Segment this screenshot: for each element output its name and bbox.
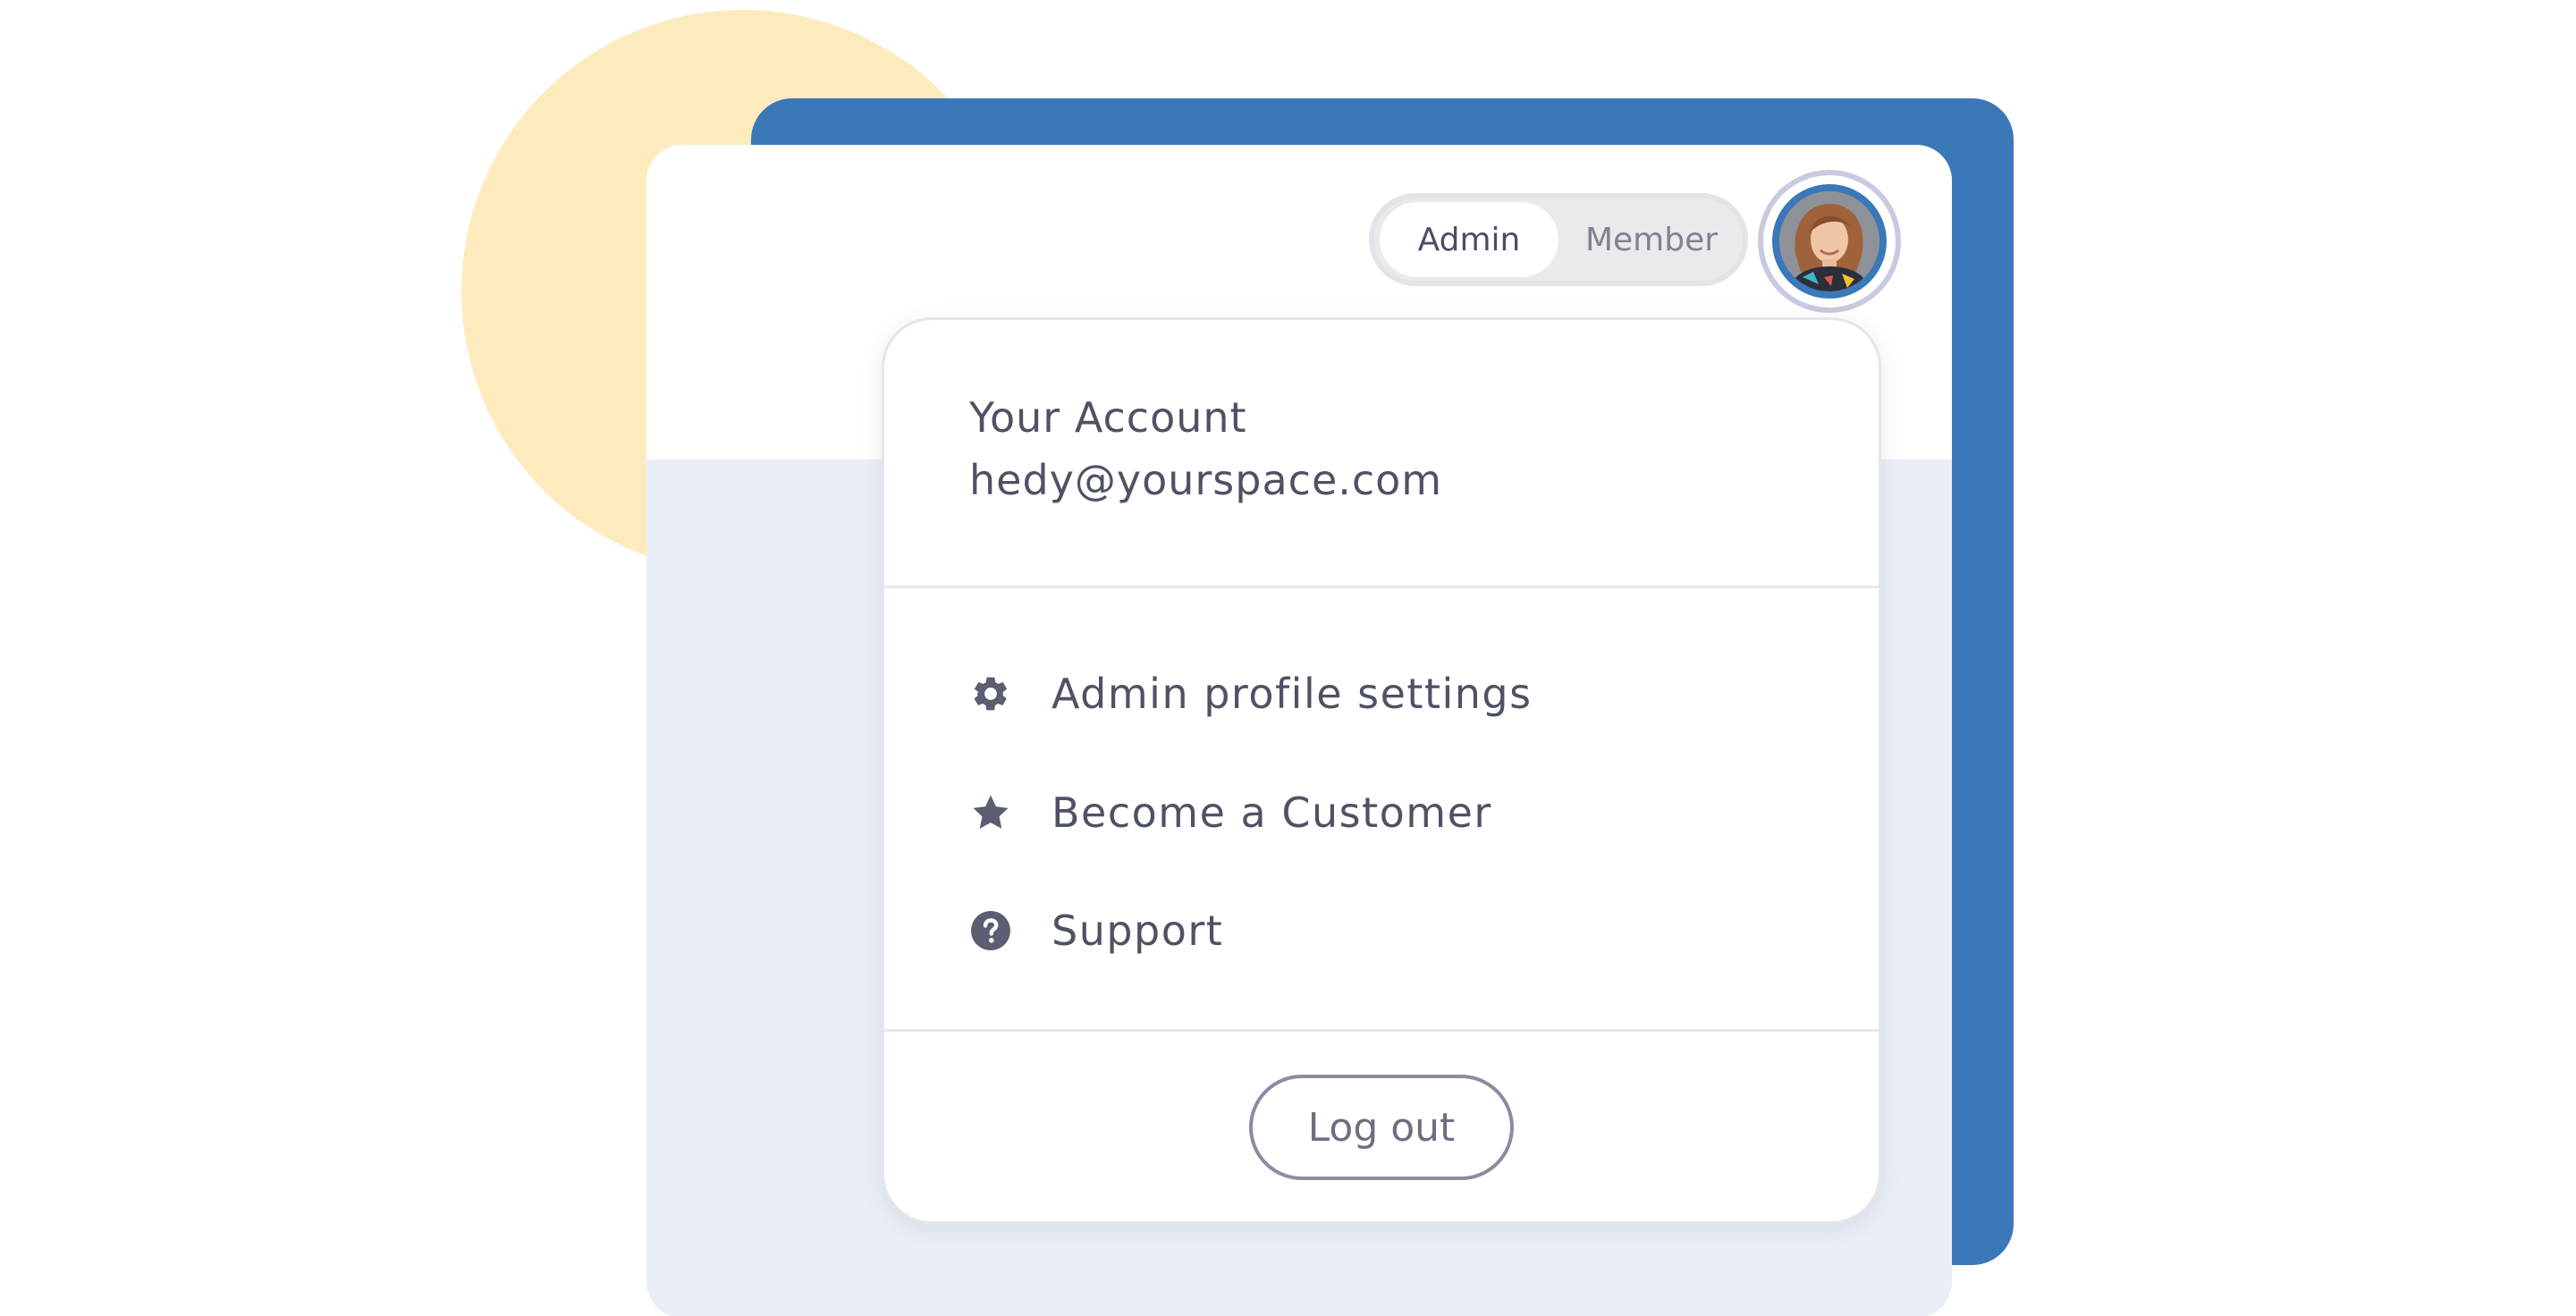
logout-button[interactable]: Log out — [1249, 1075, 1514, 1180]
star-icon — [969, 791, 1012, 834]
role-option-admin[interactable]: Admin — [1380, 202, 1558, 277]
divider — [884, 586, 1879, 588]
role-option-member[interactable]: Member — [1564, 202, 1739, 277]
account-email: hedy@yourspace.com — [969, 456, 1443, 504]
gear-icon — [969, 672, 1012, 715]
role-toggle: Admin Member — [1369, 193, 1748, 286]
user-portrait-icon — [1779, 191, 1879, 291]
menu-item-label: Admin profile settings — [1052, 670, 1533, 718]
avatar[interactable] — [1758, 170, 1901, 313]
divider — [884, 1029, 1879, 1032]
account-title: Your Account — [969, 393, 1247, 442]
menu-item-admin-profile-settings[interactable]: Admin profile settings — [969, 662, 1774, 725]
menu-item-label: Support — [1052, 907, 1224, 955]
menu-item-label: Become a Customer — [1052, 789, 1492, 837]
menu-item-support[interactable]: Support — [969, 899, 1774, 962]
app-stage: Admin Member Your Account hedy@yourspace… — [0, 0, 2576, 1316]
question-circle-icon — [969, 909, 1012, 952]
account-dropdown: Your Account hedy@yourspace.com Admin pr… — [882, 317, 1881, 1224]
avatar-photo — [1772, 184, 1887, 299]
menu-item-become-customer[interactable]: Become a Customer — [969, 781, 1774, 844]
